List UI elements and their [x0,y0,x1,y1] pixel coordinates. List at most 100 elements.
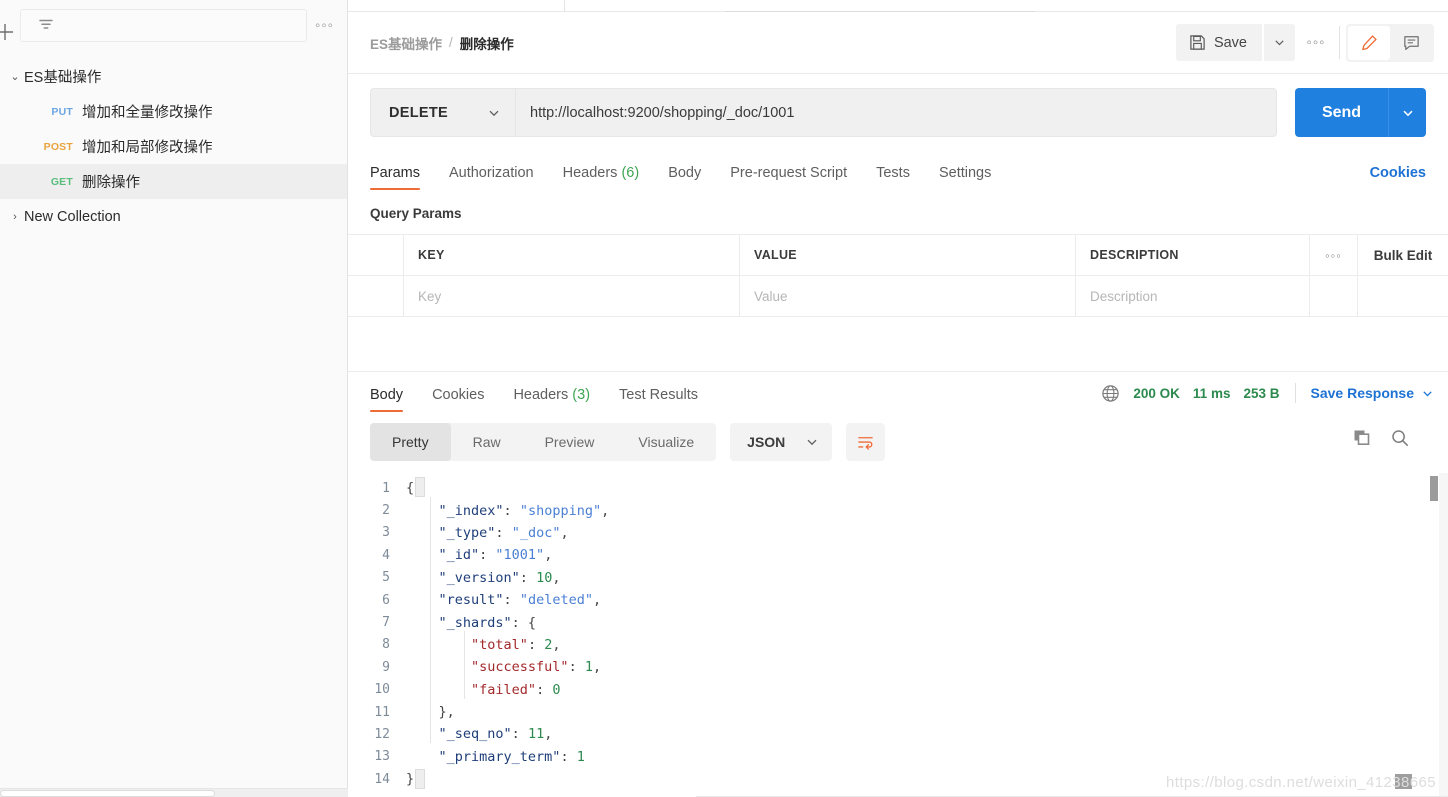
code-text: "successful": 1, [471,659,602,676]
wrap-lines-button[interactable] [846,423,886,461]
code-line: 3 "_type": "_doc", [348,522,1448,544]
code-line: 2 "_index": "shopping", [348,499,1448,521]
globe-icon[interactable] [1101,384,1120,403]
response-tab-test-results[interactable]: Test Results [619,387,698,412]
watermark-block [1395,774,1412,789]
line-number: 13 [374,749,390,765]
http-method-select[interactable]: DELETE [370,88,515,137]
tab-label: Body [668,165,702,181]
indent-guide [464,631,465,699]
response-tab-headers[interactable]: Headers (3) [513,387,590,412]
collection-row-new[interactable]: › New Collection [0,199,347,234]
postman-window: ◦◦◦ ⌄ ES基础操作 PUT 增加和全量修改操作 POST 增加和局部修改操… [0,0,1448,797]
tab-tests[interactable]: Tests [876,165,910,190]
line-number: 1 [382,480,390,496]
tab-body[interactable]: Body [668,165,701,190]
comment-button[interactable] [1390,26,1432,60]
send-options-button[interactable] [1388,88,1426,137]
code-vertical-scrollbar[interactable] [1429,473,1439,797]
view-mode-preview[interactable]: Preview [523,423,617,461]
tab-label: Authorization [448,165,534,181]
column-header-key: KEY [418,248,445,262]
tab-count: (6) [621,165,640,181]
edit-button[interactable] [1348,25,1390,60]
sidebar-more-icon[interactable]: ◦◦◦ [315,17,334,34]
sidebar: ◦◦◦ ⌄ ES基础操作 PUT 增加和全量修改操作 POST 增加和局部修改操… [0,0,348,797]
key-input[interactable]: Key [418,289,441,304]
line-number: 4 [382,547,390,563]
new-item-button[interactable] [0,18,19,46]
chevron-right-icon[interactable]: › [6,211,24,223]
chevron-down-icon [807,439,817,446]
chevron-down-icon[interactable]: ⌄ [6,70,24,83]
view-mode-visualize[interactable]: Visualize [616,423,716,461]
breadcrumb-collection[interactable]: ES基础操作 [370,33,442,53]
response-body-code[interactable]: 1{2 "_index": "shopping", 3 "_type": "_do… [348,473,1448,797]
sidebar-filter-input[interactable] [20,8,307,42]
method-badge: PUT [51,105,73,118]
response-tab-body[interactable]: Body [370,387,404,412]
indent-guide [430,497,431,743]
row-checkbox-cell[interactable] [348,276,404,316]
request-row-put[interactable]: PUT 增加和全量修改操作 [0,94,347,129]
url-input[interactable]: http://localhost:9200/shopping/_doc/1001 [515,88,1277,137]
table-row[interactable]: Key Value Description [348,276,1448,317]
request-row-get-selected[interactable]: GET 删除操作 [0,164,347,199]
tab-authorization[interactable]: Authorization [449,165,534,190]
request-name: 增加和全量修改操作 [82,105,213,121]
header-more-icon[interactable]: ◦◦◦ [1295,34,1337,51]
response-format-value: JSON [747,434,786,450]
send-button[interactable]: Send [1295,88,1388,137]
header-divider [1339,26,1340,59]
search-icon[interactable] [1390,428,1410,448]
code-line: 12 "_seq_no": 11, [348,723,1448,745]
filter-icon [39,19,53,29]
cookies-link[interactable]: Cookies [1370,165,1426,181]
collection-name: New Collection [24,208,121,225]
code-line: 5 "_version": 10, [348,567,1448,589]
save-button[interactable]: Save [1175,24,1262,61]
save-label: Save [1213,34,1247,51]
line-number: 6 [382,592,390,608]
copy-icon[interactable] [1352,428,1372,448]
sidebar-horizontal-scrollbar[interactable] [0,788,348,797]
response-tab-cookies[interactable]: Cookies [432,387,484,412]
tab-params[interactable]: Params [370,165,420,190]
view-mode-pretty[interactable]: Pretty [370,423,451,461]
collection-name: ES基础操作 [24,70,102,86]
save-options-button[interactable] [1264,24,1295,61]
line-number: 8 [382,637,390,653]
main-panel: ES基础操作 / 删除操作 Save ◦◦◦ DELETE http://loc… [348,0,1448,797]
line-number: 9 [382,659,390,675]
request-tabstrip [348,0,1448,12]
view-mode-raw[interactable]: Raw [451,423,523,461]
save-response-button[interactable]: Save Response [1311,385,1435,401]
fold-marker-close[interactable] [415,769,425,789]
code-text: "_id": "1001", [438,547,553,564]
chevron-down-icon [489,110,499,116]
params-more-icon[interactable]: ◦◦◦ [1310,235,1358,275]
response-format-select[interactable]: JSON [730,423,833,461]
description-input[interactable]: Description [1090,289,1158,304]
comment-icon [1403,36,1419,50]
chevron-down-icon [1423,390,1432,396]
code-text: "_seq_no": 11, [438,726,553,743]
tab-label: Body [370,387,404,403]
tab-headers[interactable]: Headers (6) [563,165,640,190]
request-row-post[interactable]: POST 增加和局部修改操作 [0,129,347,164]
code-line: 4 "_id": "1001", [348,544,1448,566]
chevron-down-icon [1275,40,1284,46]
bulk-edit-button[interactable]: Bulk Edit [1358,235,1448,275]
breadcrumb-request: 删除操作 [459,36,514,52]
value-input[interactable]: Value [754,289,788,304]
collection-row-es[interactable]: ⌄ ES基础操作 [0,59,347,94]
tab-pre-request-script[interactable]: Pre-request Script [730,165,847,190]
save-group: Save [1175,24,1295,61]
response-status: 200 OK [1133,385,1180,401]
fold-marker-open[interactable] [415,477,425,497]
tab-label: Headers [513,387,569,403]
tab-label: Tests [876,165,910,181]
code-line: 8 "total": 2, [348,634,1448,656]
code-line: 11 }, [348,701,1448,723]
tab-settings[interactable]: Settings [939,165,991,190]
